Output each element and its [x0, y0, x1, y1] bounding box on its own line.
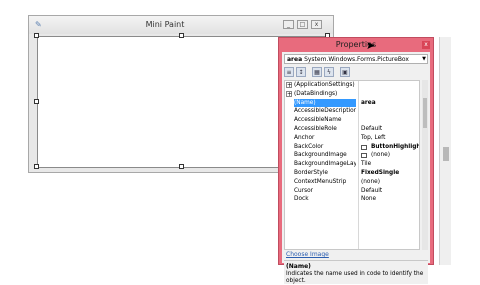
properties-close-button[interactable]: x [422, 41, 430, 49]
close-button[interactable]: x [311, 20, 322, 29]
mouse-cursor-icon: ➤ [366, 39, 376, 52]
property-row[interactable]: ContextMenuStrip (none) [285, 178, 419, 187]
property-name[interactable]: Anchor [294, 134, 356, 143]
property-row[interactable]: + (ApplicationSettings) [285, 81, 419, 90]
resize-handle-s[interactable] [179, 164, 184, 169]
object-selector-dropdown[interactable]: area System.Windows.Forms.PictureBox ▼ [284, 54, 428, 64]
property-name[interactable]: ContextMenuStrip [294, 178, 356, 187]
form-titlebar[interactable]: ✎ Mini Paint _ □ x [29, 16, 333, 34]
properties-icon[interactable]: ▦ [312, 67, 322, 77]
maximize-button[interactable]: □ [297, 20, 308, 29]
expand-icon[interactable]: + [286, 90, 292, 97]
property-name[interactable]: AccessibleRole [294, 125, 356, 134]
properties-panel: area System.Windows.Forms.PictureBox ▼ ≡… [282, 52, 430, 284]
property-value[interactable]: FixedSingle [361, 169, 419, 178]
resize-handle-n[interactable] [179, 33, 184, 38]
property-name[interactable]: AccessibleDescription [294, 107, 356, 116]
property-value[interactable]: (none) [361, 178, 419, 187]
property-row[interactable]: BackgroundImage (none) [285, 151, 419, 160]
alphabetical-icon[interactable]: ↕ [296, 67, 306, 77]
events-icon[interactable]: ϟ [324, 67, 334, 77]
property-value[interactable]: ButtonHighlight [371, 143, 419, 152]
property-row[interactable]: AccessibleRole Default [285, 125, 419, 134]
categorized-icon[interactable]: ≡ [284, 67, 294, 77]
property-row[interactable]: BackgroundImageLayo Tile [285, 160, 419, 169]
expand-icon[interactable]: + [286, 82, 292, 89]
form-title: Mini Paint [145, 20, 185, 29]
property-value[interactable]: (none) [371, 151, 419, 160]
property-row[interactable]: BackColor ButtonHighlight [285, 143, 419, 152]
property-row[interactable]: Anchor Top, Left [285, 134, 419, 143]
property-row[interactable]: AccessibleDescription [285, 107, 419, 116]
scrollbar-thumb[interactable] [423, 98, 427, 128]
grid-column-divider[interactable] [358, 81, 359, 249]
property-value[interactable]: Default [361, 187, 419, 196]
property-name[interactable]: Cursor [294, 187, 356, 196]
properties-toolbar: ≡ ↕ ▦ ϟ ▣ [284, 66, 428, 78]
property-value[interactable]: area [361, 99, 419, 108]
property-name[interactable]: (Name) [294, 98, 356, 108]
color-swatch [361, 153, 367, 159]
property-name[interactable]: (DataBindings) [294, 90, 356, 99]
minimize-button[interactable]: _ [283, 20, 294, 29]
description-title: (Name) [286, 263, 311, 270]
properties-window[interactable]: Properties x area System.Windows.Forms.P… [278, 37, 434, 284]
property-row[interactable]: (Name) area [285, 98, 419, 108]
property-grid[interactable]: + (ApplicationSettings) + (DataBindings) (Na… [284, 80, 420, 250]
color-swatch [361, 144, 367, 150]
property-name[interactable]: BackgroundImageLayo [294, 160, 356, 169]
property-row[interactable]: + (DataBindings) [285, 90, 419, 99]
property-name[interactable]: (ApplicationSettings) [294, 81, 356, 90]
property-name[interactable]: BorderStyle [294, 169, 356, 178]
properties-title[interactable]: Properties [279, 40, 433, 49]
resize-handle-nw[interactable] [34, 33, 39, 38]
description-text: Indicates the name used in code to ident… [286, 271, 424, 284]
description-pane: (Name) Indicates the name used in code t… [284, 260, 428, 284]
property-row[interactable]: Dock None [285, 195, 419, 204]
property-value[interactable]: None [361, 195, 419, 204]
property-value[interactable]: Tile [361, 160, 419, 169]
resize-handle-sw[interactable] [34, 164, 39, 169]
property-row[interactable]: Cursor Default [285, 187, 419, 196]
chevron-down-icon[interactable]: ▼ [422, 55, 426, 63]
property-value[interactable]: Top, Left [361, 134, 419, 143]
property-name[interactable]: BackColor [294, 143, 356, 152]
property-row[interactable]: AccessibleName [285, 116, 419, 125]
property-name[interactable]: AccessibleName [294, 116, 356, 125]
page-scrollbar-thumb[interactable] [443, 147, 449, 161]
property-grid-scrollbar[interactable] [422, 80, 428, 250]
property-name[interactable]: Dock [294, 195, 356, 204]
property-row[interactable]: BorderStyle FixedSingle [285, 169, 419, 178]
resize-handle-w[interactable] [34, 99, 39, 104]
object-name: area [287, 56, 303, 63]
property-name[interactable]: BackgroundImage [294, 151, 356, 160]
property-value[interactable]: Default [361, 125, 419, 134]
page-scrollbar[interactable] [439, 37, 451, 265]
choose-image-link[interactable]: Choose Image [286, 251, 329, 258]
property-pages-icon[interactable]: ▣ [340, 67, 350, 77]
object-type: System.Windows.Forms.PictureBox [304, 56, 409, 63]
